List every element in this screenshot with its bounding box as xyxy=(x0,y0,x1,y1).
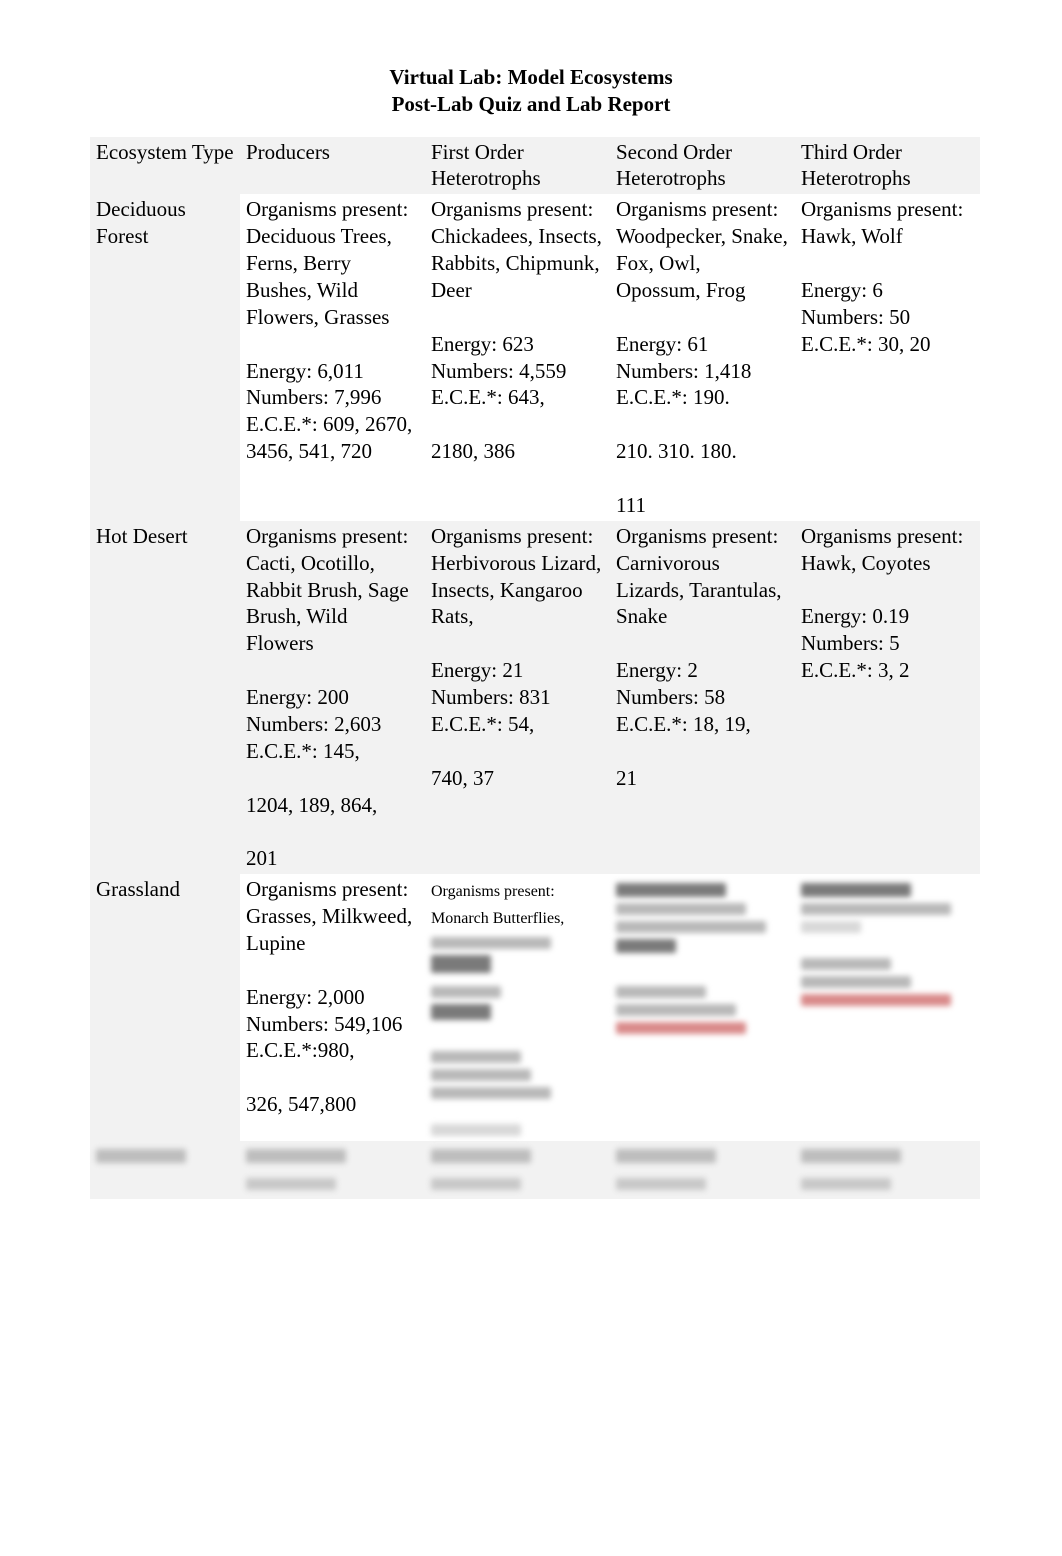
blur-line xyxy=(431,1149,531,1163)
table-row: Grassland Organisms present: Grasses, Mi… xyxy=(90,874,980,1141)
row-label-deciduous: Deciduous Forest xyxy=(90,194,240,521)
cell-hotdesert-second: Organisms present: Carnivorous Lizards, … xyxy=(610,521,795,874)
blur-line xyxy=(616,921,766,933)
blur-line xyxy=(801,1149,901,1163)
cell-deciduous-producers: Organisms present: Deciduous Trees, Fern… xyxy=(240,194,425,521)
grassland-first-text: Organisms present: Monarch Butterflies, xyxy=(431,883,564,927)
blur-line xyxy=(431,1124,521,1136)
blur-line xyxy=(96,1149,186,1163)
blur-line xyxy=(616,883,726,897)
blur-line xyxy=(616,903,746,915)
blur-line xyxy=(801,958,891,970)
next-row-cell xyxy=(795,1141,980,1199)
blur-line xyxy=(616,1149,716,1163)
col-header-second-order: Second Order Heterotrophs xyxy=(610,137,795,195)
row-label-grassland: Grassland xyxy=(90,874,240,1141)
cell-hotdesert-third: Organisms present: Hawk, Coyotes Energy:… xyxy=(795,521,980,874)
blurred-content xyxy=(801,876,974,1009)
cell-deciduous-first: Organisms present: Chickadees, Insects, … xyxy=(425,194,610,521)
table-row xyxy=(90,1141,980,1199)
blurred-content xyxy=(616,876,789,1037)
blur-line xyxy=(431,1178,521,1190)
table-header-row: Ecosystem Type Producers First Order Het… xyxy=(90,137,980,195)
cell-grassland-producers: Organisms present: Grasses, Milkweed, Lu… xyxy=(240,874,425,1141)
row-label-hot-desert: Hot Desert xyxy=(90,521,240,874)
blur-line xyxy=(431,1087,551,1099)
document-title: Virtual Lab: Model Ecosystems Post-Lab Q… xyxy=(90,64,972,119)
blur-line xyxy=(801,994,951,1006)
blur-line xyxy=(616,1178,706,1190)
col-header-ecosystem: Ecosystem Type xyxy=(90,137,240,195)
col-header-first-order: First Order Heterotrophs xyxy=(425,137,610,195)
blur-line xyxy=(246,1149,346,1163)
col-header-producers: Producers xyxy=(240,137,425,195)
blur-line xyxy=(801,921,861,933)
cell-deciduous-second: Organisms present: Woodpecker, Snake, Fo… xyxy=(610,194,795,521)
blur-line xyxy=(616,1004,736,1016)
table-row: Deciduous Forest Organisms present: Deci… xyxy=(90,194,980,521)
blur-line xyxy=(801,976,911,988)
cell-grassland-second xyxy=(610,874,795,1141)
next-row-label xyxy=(90,1141,240,1199)
blur-line xyxy=(431,1069,531,1081)
ecosystem-table: Ecosystem Type Producers First Order Het… xyxy=(90,137,980,1199)
blur-line xyxy=(431,955,491,973)
blur-line xyxy=(616,986,706,998)
blurred-content xyxy=(431,930,604,1139)
blur-line xyxy=(431,986,501,998)
cell-hotdesert-first: Organisms present: Herbivorous Lizard, I… xyxy=(425,521,610,874)
next-row-cell xyxy=(240,1141,425,1199)
cell-deciduous-third: Organisms present: Hawk, Wolf Energy: 6 … xyxy=(795,194,980,521)
blur-line xyxy=(431,1004,491,1020)
cell-grassland-third xyxy=(795,874,980,1141)
blur-line xyxy=(431,937,551,949)
blur-line xyxy=(246,1178,336,1190)
blur-line xyxy=(616,939,676,953)
title-line-2: Post-Lab Quiz and Lab Report xyxy=(392,92,671,116)
blur-line xyxy=(801,883,911,897)
blur-line xyxy=(801,1178,891,1190)
col-header-third-order: Third Order Heterotrophs xyxy=(795,137,980,195)
next-row-cell xyxy=(425,1141,610,1199)
next-row-cell xyxy=(610,1141,795,1199)
cell-hotdesert-producers: Organisms present: Cacti, Ocotillo, Rabb… xyxy=(240,521,425,874)
title-line-1: Virtual Lab: Model Ecosystems xyxy=(389,65,672,89)
blur-line xyxy=(801,903,951,915)
blur-line xyxy=(431,1051,521,1063)
table-row: Hot Desert Organisms present: Cacti, Oco… xyxy=(90,521,980,874)
blur-line xyxy=(616,1022,746,1034)
cell-grassland-first: Organisms present: Monarch Butterflies, xyxy=(425,874,610,1141)
